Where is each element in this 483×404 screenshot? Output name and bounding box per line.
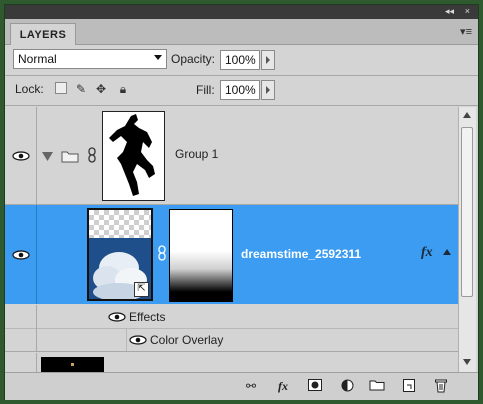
- new-group-folder-icon[interactable]: [369, 379, 385, 393]
- color-overlay-eye-icon[interactable]: [129, 335, 147, 345]
- collapse-icon[interactable]: ◂◂: [445, 6, 454, 17]
- lock-position-move-icon[interactable]: ✥: [95, 83, 107, 95]
- fill-label: Fill:: [196, 83, 215, 97]
- eye-column-divider: [36, 353, 37, 372]
- layers-scrollbar[interactable]: [458, 107, 476, 372]
- effects-eye-icon[interactable]: [108, 312, 126, 322]
- color-overlay-label: Color Overlay: [150, 333, 224, 347]
- layer-row-group[interactable]: Group 1: [5, 107, 458, 205]
- eye-column-divider: [36, 205, 37, 304]
- layers-bottom-toolbar: ⚯ fx: [5, 372, 478, 400]
- tab-bar: LAYERS ▾≡: [5, 19, 478, 45]
- lock-label: Lock:: [15, 82, 44, 96]
- add-mask-icon[interactable]: [307, 379, 323, 393]
- lock-all-padlock-icon[interactable]: 🔒︎: [117, 83, 129, 95]
- divider: [5, 75, 478, 76]
- fill-input[interactable]: 100%: [220, 80, 260, 100]
- group-mask-thumbnail[interactable]: [102, 111, 165, 201]
- scroll-thumb[interactable]: [461, 127, 473, 297]
- eye-visibility-icon[interactable]: [12, 250, 30, 260]
- blend-mode-value: Normal: [18, 52, 57, 66]
- opacity-input[interactable]: 100%: [220, 50, 260, 70]
- expand-triangle-icon[interactable]: [42, 152, 53, 161]
- layer-mask-thumbnail[interactable]: [169, 209, 233, 302]
- blend-row: Normal Opacity: 100%: [5, 45, 478, 75]
- layer-row-partial[interactable]: [5, 353, 458, 372]
- dancer-silhouette: [109, 114, 155, 196]
- effects-row[interactable]: Effects: [5, 305, 458, 351]
- add-style-fx-icon[interactable]: fx: [275, 379, 291, 393]
- divider: [5, 105, 478, 106]
- layer-name-group[interactable]: Group 1: [175, 147, 218, 161]
- folder-icon: [61, 151, 79, 163]
- effects-collapse-triangle-icon[interactable]: [443, 249, 451, 255]
- mask-link-chain-icon[interactable]: [157, 245, 167, 261]
- trash-icon[interactable]: [433, 379, 449, 393]
- lock-image-brush-icon[interactable]: ✎: [75, 83, 87, 95]
- adjustment-layer-icon[interactable]: [339, 379, 355, 393]
- blend-mode-select[interactable]: Normal: [13, 49, 167, 69]
- panel-menu-icon[interactable]: ▾≡: [460, 25, 472, 38]
- tab-layers[interactable]: LAYERS: [10, 23, 76, 45]
- eye-column-divider: [36, 107, 37, 204]
- thumbnail-detail: [71, 363, 74, 366]
- layer-name-selected[interactable]: dreamstime_2592311: [241, 247, 361, 261]
- close-icon[interactable]: ×: [465, 6, 470, 16]
- scroll-down-arrow-icon[interactable]: [463, 359, 471, 365]
- scroll-up-arrow-icon[interactable]: [463, 112, 471, 118]
- fx-badge-icon[interactable]: fx: [421, 245, 433, 261]
- layers-panel: ◂◂ × LAYERS ▾≡ Normal Opacity: 100% Lock…: [4, 4, 479, 400]
- lock-transparent-icon[interactable]: [55, 82, 67, 94]
- panel-title-strip: ◂◂ ×: [5, 5, 478, 19]
- link-layers-icon[interactable]: ⚯: [243, 379, 259, 393]
- indent-divider: [126, 328, 127, 351]
- new-layer-icon[interactable]: [401, 379, 417, 393]
- link-chain-icon[interactable]: [87, 147, 97, 163]
- chevron-down-icon: [154, 55, 162, 60]
- partial-layer-thumbnail[interactable]: [41, 357, 104, 372]
- opacity-label: Opacity:: [171, 52, 216, 66]
- layers-list: Group 1 ⇱ dreamstime_2592311 fx Effects …: [5, 107, 458, 372]
- fill-slider-button[interactable]: [261, 80, 275, 100]
- eye-visibility-icon[interactable]: [12, 151, 30, 161]
- layer-image-thumbnail[interactable]: ⇱: [87, 208, 153, 301]
- effect-row-color-overlay[interactable]: Color Overlay: [5, 328, 458, 352]
- layer-row-selected[interactable]: ⇱ dreamstime_2592311 fx: [5, 205, 458, 304]
- smart-object-badge-icon: ⇱: [134, 282, 149, 297]
- opacity-slider-button[interactable]: [261, 50, 275, 70]
- effects-label: Effects: [129, 310, 166, 324]
